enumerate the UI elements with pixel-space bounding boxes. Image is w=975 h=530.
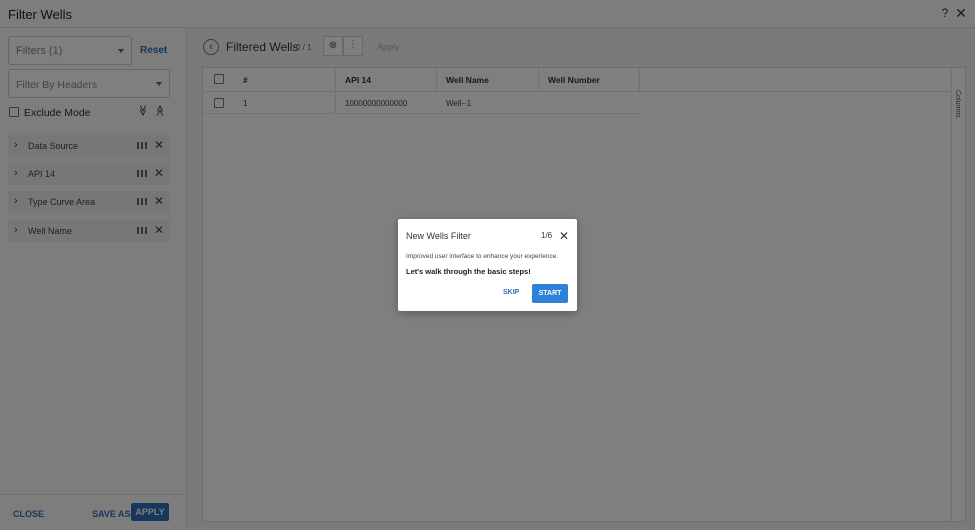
dialog-title: New Wells Filter (406, 231, 471, 241)
dialog-description: Improved user interface to enhance your … (406, 253, 559, 260)
start-button[interactable]: START (532, 284, 568, 303)
skip-button[interactable]: SKIP (503, 289, 519, 296)
step-counter: 1/6 (541, 231, 553, 240)
close-icon[interactable]: ✕ (559, 229, 569, 243)
tour-dialog: New Wells Filter 1/6 ✕ Improved user int… (398, 219, 577, 311)
dialog-subheading: Let's walk through the basic steps! (406, 267, 531, 276)
